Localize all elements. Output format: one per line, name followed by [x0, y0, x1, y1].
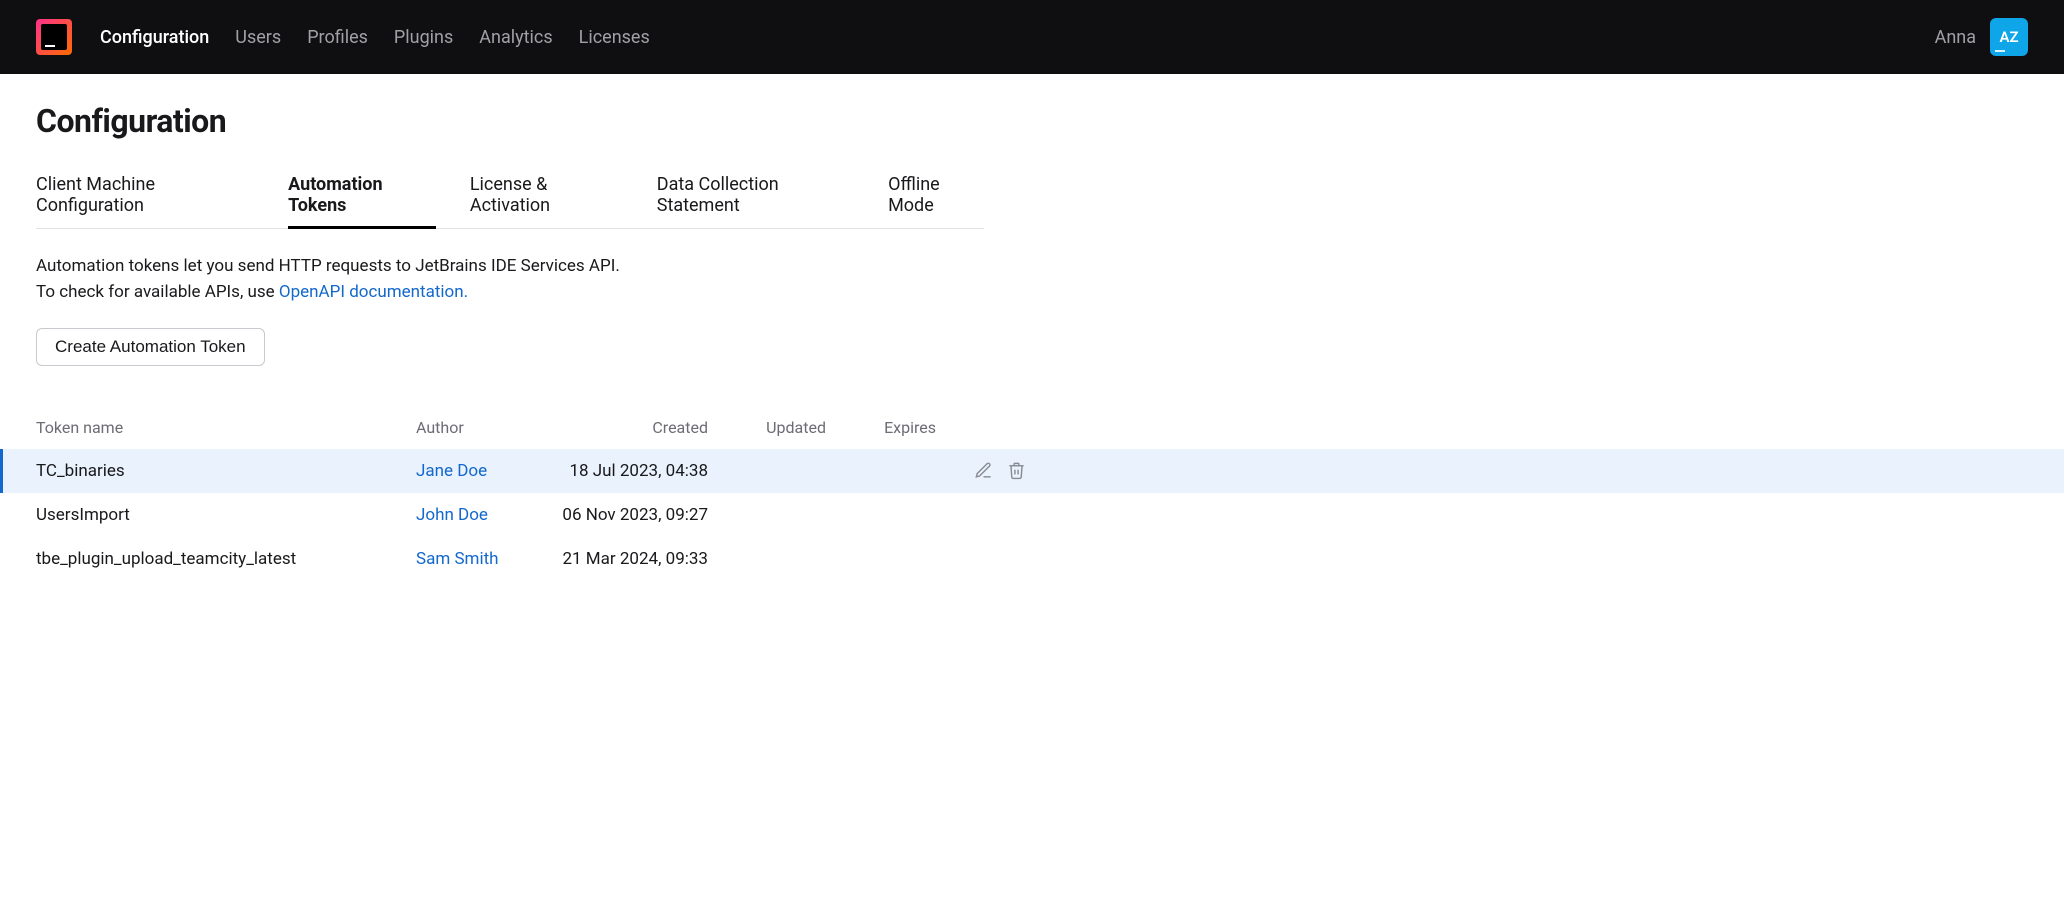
- tokens-table: Token name Author Created Updated Expire…: [36, 408, 984, 581]
- tab-client-machine-config[interactable]: Client Machine Configuration: [36, 174, 254, 229]
- delete-icon[interactable]: [1007, 461, 1026, 480]
- cell-created: 21 Mar 2024, 09:33: [546, 549, 716, 569]
- tab-offline-mode[interactable]: Offline Mode: [888, 174, 984, 229]
- author-link[interactable]: Sam Smith: [416, 549, 499, 569]
- brand-logo[interactable]: [36, 19, 72, 55]
- author-link[interactable]: Jane Doe: [416, 461, 487, 481]
- col-header-updated: Updated: [716, 418, 826, 437]
- cell-author: John Doe: [416, 505, 546, 525]
- page-title: Configuration: [36, 102, 984, 140]
- author-link[interactable]: John Doe: [416, 505, 488, 525]
- cell-token-name: TC_binaries: [36, 461, 416, 481]
- current-user-name: Anna: [1935, 27, 1976, 48]
- description-line1: Automation tokens let you send HTTP requ…: [36, 256, 620, 276]
- nav-profiles[interactable]: Profiles: [307, 27, 368, 48]
- row-actions: [936, 461, 1026, 480]
- edit-icon[interactable]: [974, 461, 993, 480]
- col-header-name: Token name: [36, 418, 416, 437]
- header-right: Anna AZ: [1935, 18, 2028, 56]
- tab-description: Automation tokens let you send HTTP requ…: [36, 253, 984, 306]
- nav-configuration[interactable]: Configuration: [100, 27, 209, 48]
- main-content: Configuration Client Machine Configurati…: [0, 74, 1020, 609]
- col-header-author: Author: [416, 418, 546, 437]
- nav-users[interactable]: Users: [235, 27, 281, 48]
- cell-author: Jane Doe: [416, 461, 546, 481]
- description-line2: To check for available APIs, use: [36, 282, 279, 302]
- nav-plugins[interactable]: Plugins: [394, 27, 453, 48]
- openapi-doc-link[interactable]: OpenAPI documentation.: [279, 282, 468, 302]
- tab-data-collection[interactable]: Data Collection Statement: [657, 174, 854, 229]
- app-header: Configuration Users Profiles Plugins Ana…: [0, 0, 2064, 74]
- config-tabs: Client Machine Configuration Automation …: [36, 174, 984, 229]
- avatar[interactable]: AZ: [1990, 18, 2028, 56]
- table-header: Token name Author Created Updated Expire…: [36, 408, 984, 449]
- col-header-expires: Expires: [826, 418, 936, 437]
- table-row[interactable]: UsersImport John Doe 06 Nov 2023, 09:27: [36, 493, 984, 537]
- cell-created: 06 Nov 2023, 09:27: [546, 505, 716, 525]
- cell-author: Sam Smith: [416, 549, 546, 569]
- nav-analytics[interactable]: Analytics: [479, 27, 552, 48]
- table-row[interactable]: tbe_plugin_upload_teamcity_latest Sam Sm…: [36, 537, 984, 581]
- cell-created: 18 Jul 2023, 04:38: [546, 461, 716, 481]
- main-nav: Configuration Users Profiles Plugins Ana…: [100, 27, 650, 48]
- tab-license-activation[interactable]: License & Activation: [470, 174, 623, 229]
- header-left: Configuration Users Profiles Plugins Ana…: [36, 19, 650, 55]
- table-row[interactable]: TC_binaries Jane Doe 18 Jul 2023, 04:38: [0, 449, 1584, 493]
- col-header-created: Created: [546, 418, 716, 437]
- cell-token-name: UsersImport: [36, 505, 416, 525]
- cell-token-name: tbe_plugin_upload_teamcity_latest: [36, 549, 416, 569]
- create-automation-token-button[interactable]: Create Automation Token: [36, 328, 265, 366]
- nav-licenses[interactable]: Licenses: [579, 27, 650, 48]
- tab-automation-tokens[interactable]: Automation Tokens: [288, 174, 436, 229]
